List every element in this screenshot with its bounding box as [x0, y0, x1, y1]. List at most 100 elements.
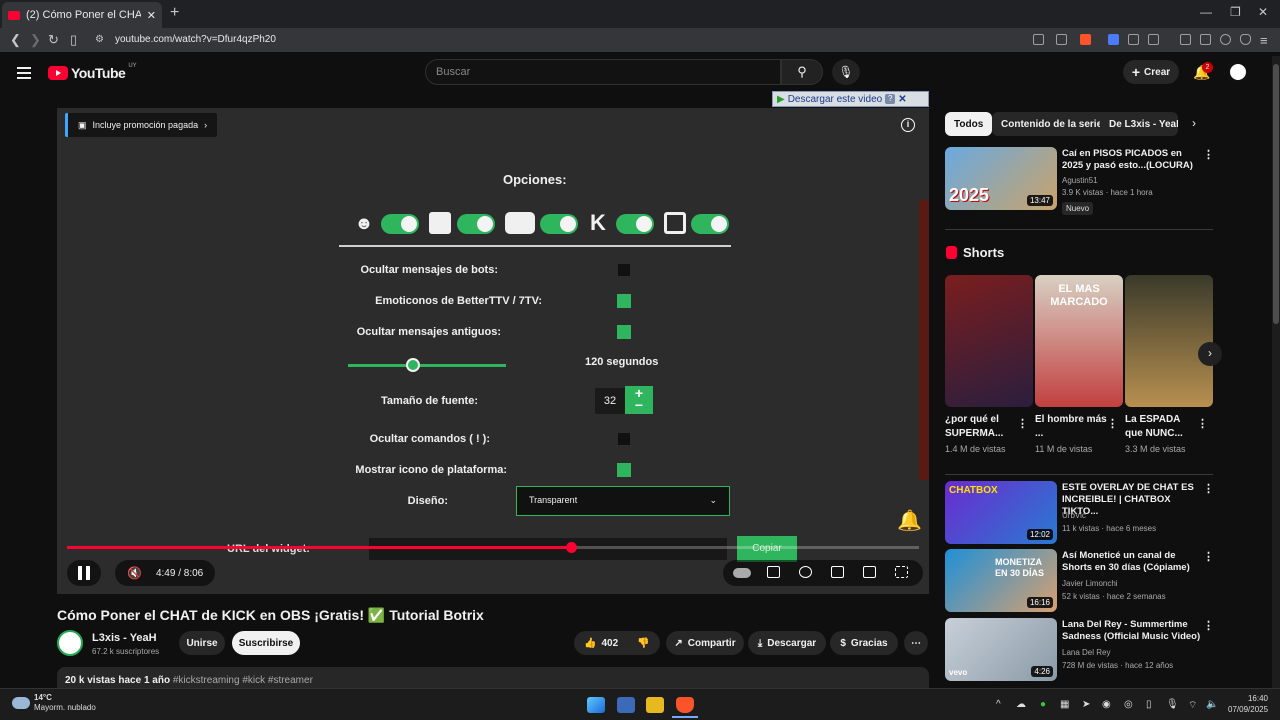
tray-overflow-icon[interactable]: ^ — [996, 699, 1001, 710]
microphone-tray-icon[interactable]: 🎙 — [1166, 699, 1179, 710]
more-options-icon[interactable]: ⋮ — [1203, 550, 1214, 563]
search-button[interactable]: ⚲ — [781, 59, 823, 85]
seconds-slider-knob[interactable] — [406, 358, 420, 372]
more-options-icon[interactable]: ⋮ — [1107, 417, 1118, 430]
search-input[interactable]: Buscar — [425, 59, 781, 85]
taskbar-clock[interactable]: 16:40 07/09/2025 — [1228, 693, 1268, 715]
site-settings-icon[interactable]: ⚙ — [95, 34, 104, 45]
usb-icon[interactable]: ▯ — [1146, 699, 1152, 710]
more-options-icon[interactable]: ⋮ — [1017, 417, 1028, 430]
video-title[interactable]: Lana Del Rey - Summertime Sadness (Offic… — [1062, 619, 1202, 643]
file-app-icon[interactable] — [617, 697, 635, 713]
youtube-logo[interactable]: YouTube UY — [48, 63, 137, 81]
subscribe-button[interactable]: Suscribirse — [232, 631, 300, 655]
forward-icon[interactable]: ❯ — [30, 32, 41, 48]
more-options-icon[interactable]: ⋮ — [1197, 417, 1208, 430]
channel-name[interactable]: Agustin51 — [1062, 175, 1202, 187]
like-icon[interactable]: 👍 — [584, 638, 596, 649]
restore-icon[interactable]: ❐ — [1230, 5, 1241, 19]
tray-cloud-icon[interactable]: ☁ — [1016, 699, 1026, 710]
video-player[interactable]: ▣ Incluye promoción pagada › i Opciones:… — [57, 108, 929, 594]
progress-scrubber[interactable] — [566, 542, 577, 553]
video-thumbnail[interactable]: CHATBOX 12:02 — [945, 481, 1057, 544]
option-checkbox[interactable] — [617, 294, 631, 308]
cast-icon[interactable] — [1033, 34, 1044, 45]
browser-tab[interactable]: (2) Cómo Poner el CHAT de KICK en ✕ — [2, 2, 162, 28]
seconds-slider-track[interactable] — [348, 364, 506, 367]
like-count[interactable]: 402 — [601, 638, 618, 649]
video-title[interactable]: Así Moneticé un canal de Shorts en 30 dí… — [1062, 550, 1202, 574]
hashtags[interactable]: #kickstreaming #kick #streamer — [173, 675, 313, 686]
wallet-icon[interactable] — [1200, 34, 1211, 45]
option-checkbox[interactable] — [617, 325, 631, 339]
channel-name[interactable]: UrbVic — [1062, 510, 1202, 522]
video-thumbnail[interactable]: MONETIZA EN 30 DÍAS 16:16 — [945, 549, 1057, 612]
short-title[interactable]: El hombre más ... — [1035, 413, 1107, 441]
kick-alt-toggle[interactable] — [691, 214, 729, 234]
video-thumbnail[interactable]: 2025 13:47 — [945, 147, 1057, 210]
account-avatar[interactable] — [1228, 62, 1248, 82]
copy-button[interactable]: Copiar — [737, 536, 797, 562]
guide-menu-icon[interactable] — [17, 67, 31, 79]
tray-app-icon[interactable]: ◎ — [1124, 699, 1133, 710]
more-actions-button[interactable]: ⋯ — [904, 631, 928, 655]
chip-channel[interactable]: De L3xis - YeaH — [1100, 112, 1178, 136]
more-options-icon[interactable]: ⋮ — [1203, 148, 1214, 161]
design-select[interactable]: Transparent ⌄ — [516, 486, 730, 516]
brave-browser-icon[interactable] — [676, 697, 694, 713]
puzzle-icon[interactable] — [1128, 34, 1139, 45]
option-checkbox[interactable] — [618, 433, 630, 445]
short-thumbnail[interactable]: EL MAS MARCADO — [1035, 275, 1123, 407]
sidebar-icon[interactable] — [1180, 34, 1191, 45]
share-page-icon[interactable] — [1056, 34, 1067, 45]
chip-series[interactable]: Contenido de la serie — [992, 112, 1112, 136]
reload-icon[interactable]: ↻ — [48, 32, 59, 48]
font-size-value[interactable]: 32 — [595, 388, 625, 414]
more-options-icon[interactable]: ⋮ — [1203, 619, 1214, 632]
minimize-icon[interactable]: — — [1200, 5, 1212, 19]
back-icon[interactable]: ❮ — [10, 32, 21, 48]
subtitles-icon[interactable] — [767, 566, 780, 578]
theater-mode-icon[interactable] — [863, 566, 876, 578]
extension-icon[interactable] — [1108, 34, 1119, 45]
botrix-toggle[interactable] — [381, 214, 419, 234]
chip-all[interactable]: Todos — [945, 112, 993, 136]
channel-avatar[interactable] — [57, 630, 83, 656]
channel-name[interactable]: Lana Del Rey — [1062, 647, 1202, 659]
discord-icon[interactable]: ◉ — [1102, 699, 1111, 710]
option-checkbox[interactable] — [617, 463, 631, 477]
more-options-icon[interactable]: ⋮ — [1203, 482, 1214, 495]
video-title[interactable]: Caí en PISOS PICADOS en 2025 y pasó esto… — [1062, 148, 1202, 172]
tab-search-icon[interactable] — [1148, 34, 1159, 45]
short-title[interactable]: ¿por qué el SUPERMA... — [945, 413, 1017, 441]
bookmark-icon[interactable]: ▯ — [70, 32, 77, 48]
twitch-toggle[interactable] — [457, 214, 495, 234]
new-tab-icon[interactable]: + — [170, 4, 179, 22]
volume-icon[interactable]: 🔈 — [1206, 699, 1218, 710]
share-button[interactable]: ↗ Compartir — [666, 631, 744, 655]
brave-shield-icon[interactable] — [1080, 34, 1091, 45]
channel-name[interactable]: L3xis - YeaH — [92, 632, 157, 644]
close-icon[interactable]: ✕ — [898, 94, 906, 105]
dislike-icon[interactable]: 👎 — [637, 638, 649, 649]
file-explorer-icon[interactable] — [646, 697, 664, 713]
voice-search-button[interactable]: 🎙 — [832, 59, 860, 85]
windows-start-icon[interactable] — [587, 697, 605, 713]
telegram-icon[interactable]: ➤ — [1082, 699, 1090, 710]
video-thumbnail[interactable]: vevo 4:26 — [945, 618, 1057, 681]
tray-app-icon[interactable]: ● — [1040, 699, 1046, 710]
kick-toggle[interactable] — [616, 214, 654, 234]
wifi-icon[interactable]: ⌔ — [1188, 699, 1197, 712]
paid-promotion-badge[interactable]: ▣ Incluye promoción pagada › — [65, 113, 218, 137]
short-thumbnail[interactable] — [945, 275, 1033, 407]
shorts-next-button[interactable]: › — [1198, 342, 1222, 366]
help-icon[interactable]: ? — [885, 94, 896, 104]
miniplayer-icon[interactable] — [831, 566, 844, 578]
fullscreen-icon[interactable] — [895, 566, 908, 578]
join-button[interactable]: Unirse — [179, 631, 225, 655]
option-checkbox[interactable] — [618, 264, 630, 276]
font-size-stepper[interactable]: + − — [625, 386, 653, 414]
download-button[interactable]: ⤓ Descargar — [748, 631, 826, 655]
menu-icon[interactable]: ≡ — [1260, 33, 1268, 48]
youtube-toggle[interactable] — [540, 214, 578, 234]
